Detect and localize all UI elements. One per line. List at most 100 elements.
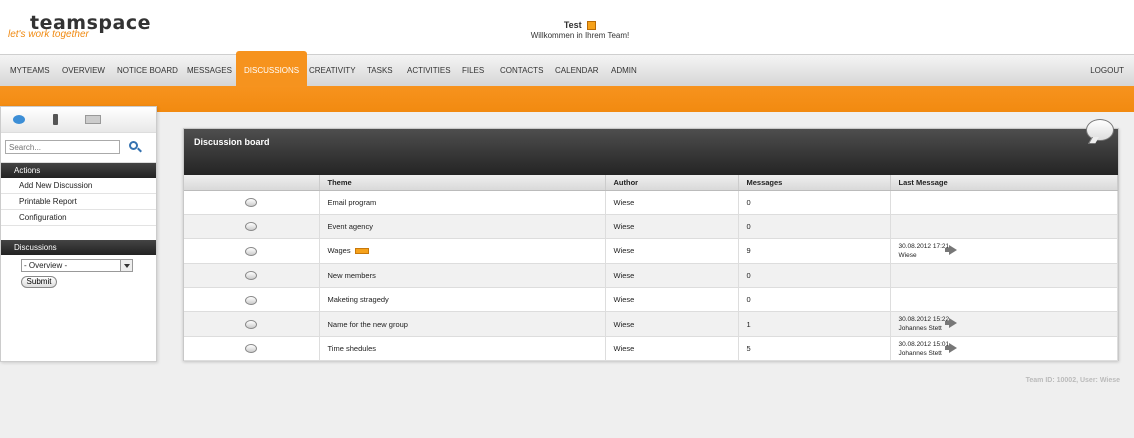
nav-overview[interactable]: OVERVIEW bbox=[62, 55, 105, 87]
table-row[interactable]: New members Wiese 0 bbox=[184, 263, 1118, 289]
author-cell: Wiese bbox=[605, 336, 739, 362]
speech-bubble-icon bbox=[1086, 119, 1114, 141]
last-message-date: 30.08.2012 17:21 bbox=[898, 242, 950, 250]
chevron-down-icon bbox=[120, 260, 132, 271]
last-message-user: Johannes Stett bbox=[898, 349, 942, 357]
col-header-author[interactable]: Author bbox=[605, 175, 739, 191]
app-header: teamspace let's work together Test Willk… bbox=[0, 0, 1134, 54]
arrow-right-icon[interactable] bbox=[944, 244, 957, 255]
nav-admin[interactable]: ADMIN bbox=[611, 55, 637, 87]
discussions-header: Discussions bbox=[1, 240, 156, 255]
last-message-cell bbox=[890, 214, 1118, 240]
discussion-panel: Discussion board Theme Author Messages L… bbox=[183, 119, 1119, 362]
configuration-link[interactable]: Configuration bbox=[1, 210, 156, 226]
chat-icon[interactable] bbox=[13, 115, 25, 124]
last-message-user: Wiese bbox=[898, 251, 917, 259]
author-cell: Wiese bbox=[605, 214, 739, 240]
last-message-user: Johannes Stett bbox=[898, 325, 942, 333]
sidebar-search bbox=[1, 133, 156, 163]
last-message-cell: 30.08.2012 15:01 Johannes Stett bbox=[890, 336, 1118, 362]
arrow-right-icon[interactable] bbox=[944, 318, 957, 329]
messages-cell: 0 bbox=[738, 214, 891, 240]
table-row[interactable]: Time shedules Wiese 5 30.08.2012 15:01 J… bbox=[184, 336, 1118, 362]
search-icon[interactable] bbox=[127, 139, 143, 155]
table-row[interactable]: Email program Wiese 0 bbox=[184, 190, 1118, 215]
add-discussion-link[interactable]: Add New Discussion bbox=[1, 178, 156, 194]
theme-cell[interactable]: Event agency bbox=[319, 214, 606, 240]
last-message-cell: 30.08.2012 15:22 Johannes Stett bbox=[890, 311, 1118, 337]
actions-header: Actions bbox=[1, 163, 156, 178]
submit-button[interactable]: Submit bbox=[21, 276, 57, 288]
table-row[interactable]: Maketing stragedy Wiese 0 bbox=[184, 287, 1118, 313]
nav-activities[interactable]: ACTIVITIES bbox=[407, 55, 451, 87]
last-message-cell bbox=[890, 263, 1118, 289]
nav-messages[interactable]: MESSAGES bbox=[187, 55, 232, 87]
team-info: Team ID: 10002, User: Wiese bbox=[1025, 377, 1120, 384]
arrow-right-icon[interactable] bbox=[944, 342, 957, 353]
theme-cell[interactable]: Time shedules bbox=[319, 336, 606, 362]
notepad-icon[interactable] bbox=[85, 115, 101, 124]
search-input[interactable] bbox=[5, 140, 120, 154]
discussion-select[interactable]: - Overview - bbox=[21, 259, 133, 272]
col-header-messages[interactable]: Messages bbox=[738, 175, 891, 191]
new-badge-icon bbox=[354, 248, 369, 255]
col-header-icon bbox=[184, 175, 320, 191]
welcome-message: Willkommen in Ihrem Team! bbox=[530, 31, 630, 41]
theme-cell[interactable]: New members bbox=[319, 263, 606, 289]
messages-cell: 1 bbox=[738, 311, 891, 337]
author-cell: Wiese bbox=[605, 238, 739, 264]
nav-creativity[interactable]: CREATIVITY bbox=[309, 55, 356, 87]
sidebar: Actions Add New Discussion Printable Rep… bbox=[0, 106, 157, 362]
speech-bubble-icon bbox=[245, 197, 258, 207]
last-message-cell bbox=[890, 287, 1118, 313]
nav-discussions[interactable]: DISCUSSIONS bbox=[236, 51, 308, 87]
main-nav: MYTEAMS OVERVIEW NOTICE BOARD MESSAGES D… bbox=[0, 51, 1134, 87]
table-row[interactable]: Event agency Wiese 0 bbox=[184, 214, 1118, 240]
panel-header: Discussion board bbox=[184, 119, 1118, 175]
theme-cell[interactable]: Maketing stragedy bbox=[319, 287, 606, 313]
nav-tasks[interactable]: TASKS bbox=[367, 55, 393, 87]
speech-bubble-icon bbox=[245, 246, 258, 256]
discussion-table: Theme Author Messages Last Message Email… bbox=[184, 175, 1118, 362]
accent-bar bbox=[0, 86, 1134, 112]
phone-icon[interactable] bbox=[53, 114, 58, 125]
author-cell: Wiese bbox=[605, 287, 739, 313]
nav-calendar[interactable]: CALENDAR bbox=[555, 55, 599, 87]
speech-bubble-icon bbox=[245, 222, 258, 232]
theme-cell[interactable]: Email program bbox=[319, 190, 606, 215]
last-message-date: 30.08.2012 15:01 bbox=[898, 340, 950, 348]
nav-notice-board[interactable]: NOTICE BOARD bbox=[117, 55, 178, 87]
messages-cell: 9 bbox=[738, 238, 891, 264]
nav-contacts[interactable]: CONTACTS bbox=[500, 55, 543, 87]
speech-bubble-icon bbox=[245, 295, 258, 305]
messages-cell: 0 bbox=[738, 287, 891, 313]
printable-report-link[interactable]: Printable Report bbox=[1, 194, 156, 210]
welcome-block: Test Willkommen in Ihrem Team! bbox=[480, 20, 680, 40]
author-cell: Wiese bbox=[605, 311, 739, 337]
sidebar-toolbar bbox=[1, 107, 156, 133]
messages-cell: 5 bbox=[738, 336, 891, 362]
author-cell: Wiese bbox=[605, 263, 739, 289]
table-row[interactable]: Name for the new group Wiese 1 30.08.201… bbox=[184, 311, 1118, 337]
theme-cell[interactable]: Wages bbox=[319, 238, 606, 264]
messages-cell: 0 bbox=[738, 190, 891, 215]
panel-title: Discussion board bbox=[194, 137, 270, 147]
nav-files[interactable]: FILES bbox=[462, 55, 484, 87]
theme-cell[interactable]: Name for the new group bbox=[319, 311, 606, 337]
logout-link[interactable]: LOGOUT bbox=[1090, 55, 1124, 87]
nav-myteams[interactable]: MYTEAMS bbox=[10, 55, 50, 87]
logo-tagline: let's work together bbox=[8, 29, 89, 40]
teamspace-logo[interactable]: teamspace let's work together bbox=[8, 12, 151, 40]
edit-icon[interactable] bbox=[587, 21, 597, 31]
table-row[interactable]: Wages Wiese 9 30.08.2012 17:21 Wiese bbox=[184, 238, 1118, 264]
last-message-date: 30.08.2012 15:22 bbox=[898, 316, 950, 324]
author-cell: Wiese bbox=[605, 190, 739, 215]
last-message-cell bbox=[890, 190, 1118, 215]
col-header-last-message[interactable]: Last Message bbox=[890, 175, 1118, 191]
select-value: - Overview - bbox=[24, 261, 68, 270]
col-header-theme[interactable]: Theme bbox=[319, 175, 606, 191]
speech-bubble-icon bbox=[245, 319, 258, 329]
speech-bubble-icon bbox=[245, 271, 258, 281]
theme-text: Wages bbox=[327, 246, 351, 256]
speech-bubble-icon bbox=[245, 344, 258, 354]
